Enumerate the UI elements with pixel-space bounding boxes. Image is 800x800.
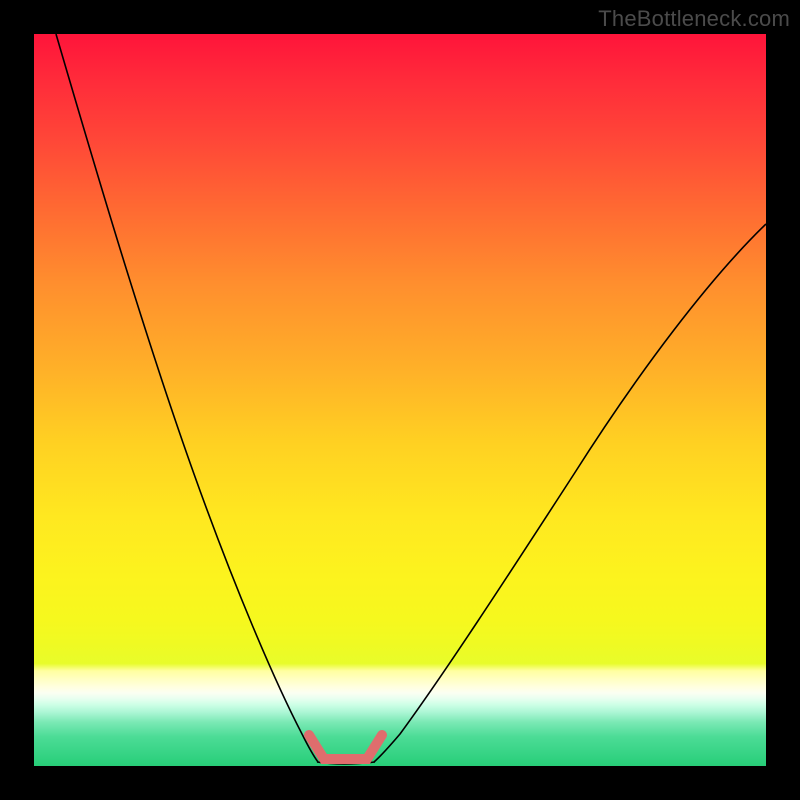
curve-left-branch [56, 34, 318, 762]
plot-area [34, 34, 766, 766]
curve-right-branch [374, 224, 766, 762]
highlight-segment [309, 735, 382, 759]
chart-svg [34, 34, 766, 766]
watermark-text: TheBottleneck.com [598, 6, 790, 32]
chart-frame: TheBottleneck.com [0, 0, 800, 800]
